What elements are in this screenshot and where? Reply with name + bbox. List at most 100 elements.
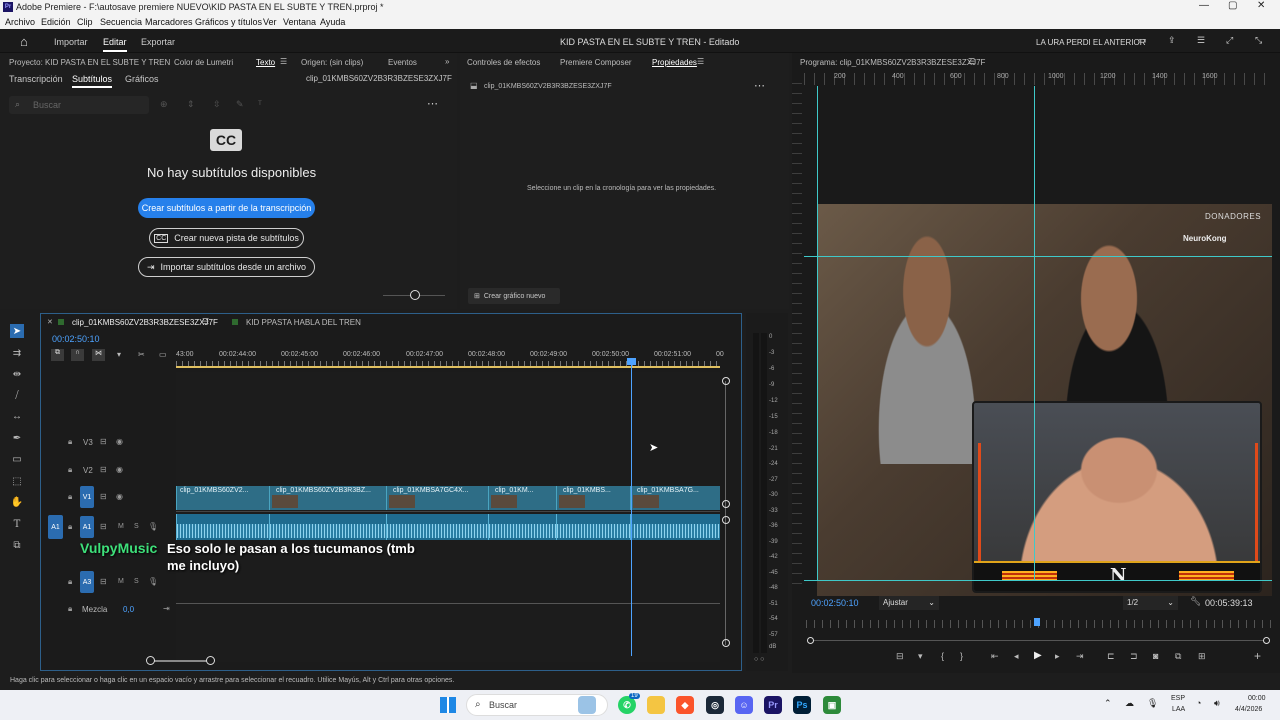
program-timecode[interactable]: 00:02:50:10 [811,598,859,608]
premiere-taskbar-icon[interactable]: Pr [764,696,782,714]
solo-meter-icon[interactable]: ○ ○ [754,656,764,663]
maximize-icon[interactable]: ▢ [1228,0,1237,11]
network-icon[interactable]: ☁ [1125,698,1134,709]
lock-icon[interactable]: 🔒︎ [68,522,72,532]
wifi-icon[interactable]: ◔ [1196,698,1201,708]
mix-value[interactable]: 0,0 [123,605,134,614]
resolution-select[interactable]: 1/2 ⌄ [1123,596,1178,610]
audio-clip[interactable] [269,514,386,540]
video-clip[interactable]: clip_01KMBSA7G... [630,486,720,510]
file-explorer-icon[interactable] [647,696,665,714]
tab-effect-controls[interactable]: Controles de efectos [467,58,540,67]
razor-icon[interactable]: ⧸ [10,388,24,402]
import-captions-button[interactable]: ⇥ Importar subtítulos desde un archivo [138,257,315,277]
vr-icon[interactable]: ⊞ [1198,651,1206,662]
sync-icon[interactable]: ⊟ [100,465,107,474]
lock-icon[interactable]: 🔒︎ [68,465,72,475]
lock-icon[interactable]: 🔒︎ [68,604,72,614]
fit-select[interactable]: Ajustar ⌄ [879,596,939,610]
captions-icon[interactable]: ▭ [159,350,167,359]
video-clip[interactable]: clip_01KMBS60ZV2B3R3BZ... [269,486,386,510]
snap-icon[interactable]: ∩ [71,349,84,361]
tab-editar[interactable]: Editar [103,37,127,52]
go-to-out-icon[interactable]: ⇥ [1076,651,1084,662]
tab-menu-icon[interactable]: ☰ [280,57,287,66]
add-marker-icon[interactable]: ▾ [117,350,121,359]
step-back-icon[interactable]: ◂ [1014,651,1019,662]
create-graphic-button[interactable]: ⊞ Crear gráfico nuevo [468,288,560,304]
scroll-handle[interactable] [722,500,730,508]
photos-app-icon[interactable] [578,696,596,714]
track-label-v3[interactable]: V3 [83,438,93,447]
share-icon[interactable]: ⇪ [1168,35,1176,46]
menu-marcadores[interactable]: Marcadores [145,17,193,27]
tab-texto[interactable]: Texto [256,58,275,67]
menu-archivo[interactable]: Archivo [5,17,35,27]
type-icon[interactable]: T [10,517,24,531]
mark-in-icon[interactable]: { [941,651,944,661]
tab-origen[interactable]: Origen: (sin clips) [301,58,363,67]
more-options-icon[interactable]: ⋯ [754,79,765,92]
scroll-handle[interactable] [206,656,215,665]
marker-icon[interactable]: ▾ [918,651,923,662]
mute-button[interactable]: M [118,523,124,530]
subtab-transcripcion[interactable]: Transcripción [9,74,63,84]
video-clip[interactable]: clip_01KMBS... [556,486,630,510]
workspace-label[interactable]: LA URA PERDI EL ANTERIOR [1036,38,1146,47]
eye-icon[interactable]: ◉ [116,437,123,446]
steam-icon[interactable]: ◎ [706,696,724,714]
subtab-subtitulos[interactable]: Subtítulos [72,74,113,88]
lock-icon[interactable]: 🔒︎ [68,492,72,502]
language-indicator[interactable]: ESP [1171,695,1185,702]
subtab-graficos[interactable]: Gráficos [125,74,159,84]
track-label-v2[interactable]: V2 [83,466,93,475]
timeline-tab-1[interactable]: clip_01KMBS60ZV2B3R3BZESE3ZXJ7F [72,318,218,327]
scroll-handle[interactable] [722,639,730,647]
menu-graficos[interactable]: Gráficos y títulos [195,17,262,27]
timeline-tab-menu-icon[interactable]: ☰ [202,317,209,326]
close-icon[interactable]: ✕ [1257,0,1265,11]
eye-icon[interactable]: ◉ [116,492,123,501]
timeline-timecode[interactable]: 00:02:50:10 [52,334,100,344]
scroll-handle[interactable] [722,377,730,385]
go-to-end-icon[interactable]: ⇥ [163,604,170,613]
tab-lumetri[interactable]: Color de Lumetri [174,58,233,67]
tab-menu-icon[interactable]: ☰ [697,57,704,66]
program-playhead[interactable] [1034,618,1040,626]
eye-icon[interactable]: ◉ [116,465,123,474]
overwrite-icon[interactable]: ⊐ [1130,651,1138,662]
search-input[interactable]: ⌕ Buscar [9,96,149,114]
new-caption-track-button[interactable]: CC Crear nueva pista de subtítulos [149,228,304,248]
selection-tool-icon[interactable]: ➤ [10,324,24,338]
scroll-handle[interactable] [722,516,730,524]
video-clip[interactable]: clip_01KMBSA7GC4X... [386,486,488,510]
rectangle-icon[interactable]: ▭ [10,452,24,466]
tab-exportar[interactable]: Exportar [141,37,175,47]
sync-icon[interactable]: ⊟ [100,522,107,531]
tab-eventos[interactable]: Eventos [388,58,417,67]
mark-out-icon[interactable]: } [960,651,963,661]
audio-clip[interactable] [488,514,556,540]
nest-icon[interactable]: ⧉ [51,349,64,361]
split-icon[interactable]: ⇕ [187,99,195,110]
discord-icon[interactable]: ☺ [735,696,753,714]
collapse-icon[interactable]: ⤡ [1255,35,1262,46]
menu-edicion[interactable]: Edición [41,17,71,27]
video-clip[interactable]: clip_01KM... [488,486,556,510]
more-tabs-icon[interactable]: » [445,57,449,66]
scroll-handle-right[interactable] [1263,637,1270,644]
menu-clip[interactable]: Clip [77,17,93,27]
merge-icon[interactable]: ⇳ [213,99,221,110]
menu-ayuda[interactable]: Ayuda [320,17,345,27]
microphone-icon[interactable]: 🎙︎ [148,522,158,531]
microphone-icon[interactable]: 🎙︎ [148,577,158,586]
brave-browser-icon[interactable]: ◆ [676,696,694,714]
audio-clip[interactable] [556,514,630,540]
timeline-tab-2[interactable]: KID PPASTA HABLA DEL TREN [246,318,361,327]
timeline-horizontal-scrollbar[interactable] [150,660,210,662]
add-button-icon[interactable]: + [1254,649,1261,663]
scroll-handle-left[interactable] [807,637,814,644]
app-green-icon[interactable]: ▣ [823,696,841,714]
microphone-icon[interactable]: 🎙︎ [1147,698,1158,709]
hand-icon[interactable]: ✋ [10,495,24,509]
